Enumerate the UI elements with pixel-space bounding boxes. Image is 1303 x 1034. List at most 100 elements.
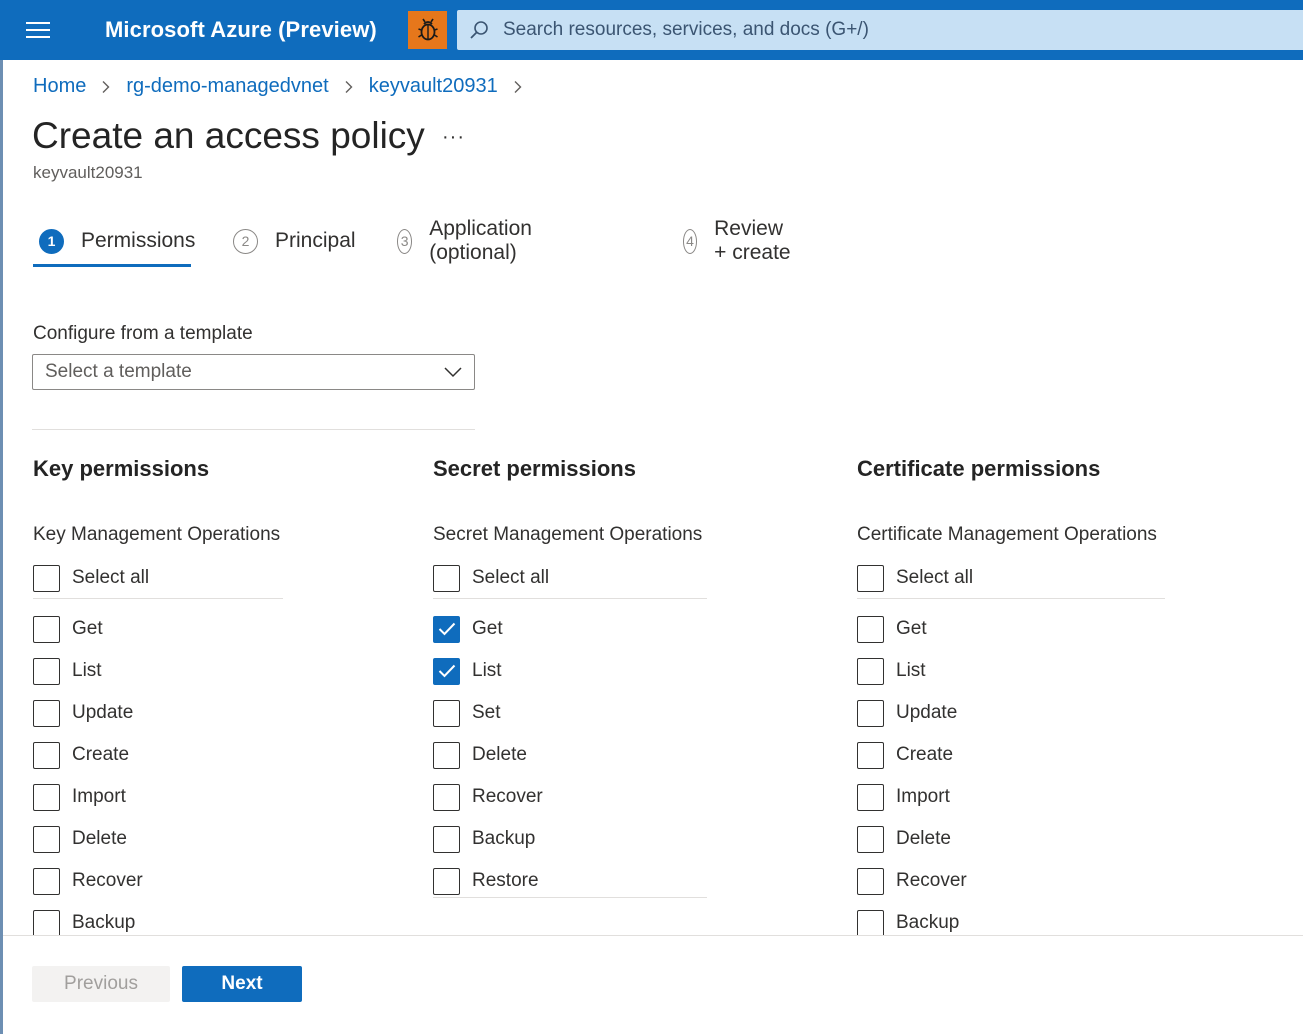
checkbox-box[interactable] [433, 564, 460, 592]
checkbox-label: Backup [72, 912, 136, 933]
checkbox-box[interactable] [857, 615, 884, 643]
key-permissions-column: Key permissions Key Management Operations… [33, 456, 283, 937]
certificate-permissions-title: Certificate permissions [857, 456, 1101, 481]
template-dropdown[interactable]: Select a template [32, 354, 475, 390]
checkbox-box[interactable] [857, 783, 884, 811]
tab-label: Principal [275, 229, 356, 252]
secret-get-checkbox[interactable]: Get [433, 615, 503, 643]
checkbox-box[interactable] [857, 741, 884, 769]
checkbox-box[interactable] [33, 657, 60, 685]
checkbox-box[interactable] [33, 909, 60, 937]
checkbox-label: Recover [472, 786, 543, 807]
certificate-recover-checkbox[interactable]: Recover [857, 867, 967, 895]
key-operations-heading: Key Management Operations [33, 524, 281, 545]
checkbox-box[interactable] [433, 783, 460, 811]
checkbox-box[interactable] [33, 699, 60, 727]
certificate-backup-checkbox[interactable]: Backup [857, 909, 959, 937]
secret-delete-checkbox[interactable]: Delete [433, 741, 527, 769]
template-label: Configure from a template [33, 323, 253, 344]
tab-principal[interactable]: 2 Principal [233, 225, 356, 257]
checkbox-label: Get [896, 618, 927, 639]
checkbox-label: Create [896, 744, 954, 765]
checkbox-label: Backup [472, 828, 536, 849]
key-delete-checkbox[interactable]: Delete [33, 825, 127, 853]
preview-feedback-button[interactable] [408, 11, 447, 49]
checkbox-label: Select all [472, 567, 550, 588]
active-tab-indicator [33, 264, 191, 267]
window-edge [0, 60, 3, 1034]
chevron-right-icon [514, 80, 522, 93]
checkbox-box[interactable] [433, 741, 460, 769]
checkbox-box[interactable] [857, 825, 884, 853]
key-list-checkbox[interactable]: List [33, 657, 102, 685]
checkbox-box[interactable] [433, 699, 460, 727]
hamburger-menu-icon[interactable] [26, 22, 50, 38]
secret-select-all-checkbox[interactable]: Select all [433, 564, 549, 592]
checkbox-box[interactable] [433, 615, 460, 643]
tab-review-create[interactable]: 4 Review + create [683, 217, 794, 264]
checkbox-box[interactable] [33, 783, 60, 811]
checkbox-label: Delete [472, 744, 527, 765]
portal-brand[interactable]: Microsoft Azure (Preview) [105, 17, 377, 43]
secret-backup-checkbox[interactable]: Backup [433, 825, 535, 853]
checkmark-icon [438, 664, 455, 678]
key-create-checkbox[interactable]: Create [33, 741, 129, 769]
checkbox-box[interactable] [33, 741, 60, 769]
checkbox-label: Delete [896, 828, 951, 849]
breadcrumb-resource-group[interactable]: rg-demo-managedvnet [126, 75, 328, 98]
step-number: 4 [683, 228, 698, 254]
checkbox-box[interactable] [433, 657, 460, 685]
step-number: 3 [397, 228, 413, 254]
secret-set-checkbox[interactable]: Set [433, 699, 501, 727]
checkbox-box[interactable] [33, 615, 60, 643]
checkbox-box[interactable] [857, 867, 884, 895]
breadcrumb-keyvault[interactable]: keyvault20931 [369, 75, 498, 98]
key-import-checkbox[interactable]: Import [33, 783, 126, 811]
select-all-divider [857, 598, 1165, 599]
previous-button[interactable]: Previous [32, 966, 170, 1002]
more-options-button[interactable]: ··· [442, 126, 465, 149]
checkbox-label: Select all [72, 567, 150, 588]
checkbox-label: Get [472, 618, 503, 639]
certificate-update-checkbox[interactable]: Update [857, 699, 957, 727]
certificate-create-checkbox[interactable]: Create [857, 741, 953, 769]
checkbox-label: Backup [896, 912, 960, 933]
checkbox-box[interactable] [857, 564, 884, 592]
key-get-checkbox[interactable]: Get [33, 615, 103, 643]
secret-recover-checkbox[interactable]: Recover [433, 783, 543, 811]
tab-permissions[interactable]: 1 Permissions [39, 225, 195, 257]
checkbox-label: Create [72, 744, 130, 765]
checkbox-box[interactable] [857, 909, 884, 937]
certificate-select-all-checkbox[interactable]: Select all [857, 564, 973, 592]
checkbox-label: Get [72, 618, 103, 639]
tab-application[interactable]: 3 Application (optional) [397, 217, 542, 264]
next-button[interactable]: Next [182, 966, 302, 1002]
checkbox-box[interactable] [33, 867, 60, 895]
certificate-import-checkbox[interactable]: Import [857, 783, 950, 811]
checkbox-box[interactable] [33, 564, 60, 592]
checkbox-box[interactable] [857, 657, 884, 685]
certificate-list-checkbox[interactable]: List [857, 657, 926, 685]
checkbox-box[interactable] [33, 825, 60, 853]
key-recover-checkbox[interactable]: Recover [33, 867, 143, 895]
checkbox-box[interactable] [857, 699, 884, 727]
checkmark-icon [438, 622, 455, 636]
secret-permissions-title: Secret permissions [433, 456, 636, 481]
checkbox-label: List [896, 660, 926, 681]
certificate-delete-checkbox[interactable]: Delete [857, 825, 951, 853]
checkbox-box[interactable] [433, 825, 460, 853]
certificate-get-checkbox[interactable]: Get [857, 615, 927, 643]
key-backup-checkbox[interactable]: Backup [33, 909, 135, 937]
key-update-checkbox[interactable]: Update [33, 699, 133, 727]
checkbox-box[interactable] [433, 867, 460, 895]
secret-list-checkbox[interactable]: List [433, 657, 502, 685]
search-input[interactable] [503, 10, 1283, 50]
global-search[interactable] [457, 10, 1303, 50]
breadcrumb-home[interactable]: Home [33, 75, 86, 98]
key-select-all-checkbox[interactable]: Select all [33, 564, 149, 592]
page-subtitle: keyvault20931 [33, 163, 143, 182]
checkbox-label: Import [72, 786, 126, 807]
secret-restore-checkbox[interactable]: Restore [433, 867, 539, 895]
breadcrumb: Home rg-demo-managedvnet keyvault20931 [33, 75, 538, 98]
tab-label: Permissions [81, 229, 196, 252]
